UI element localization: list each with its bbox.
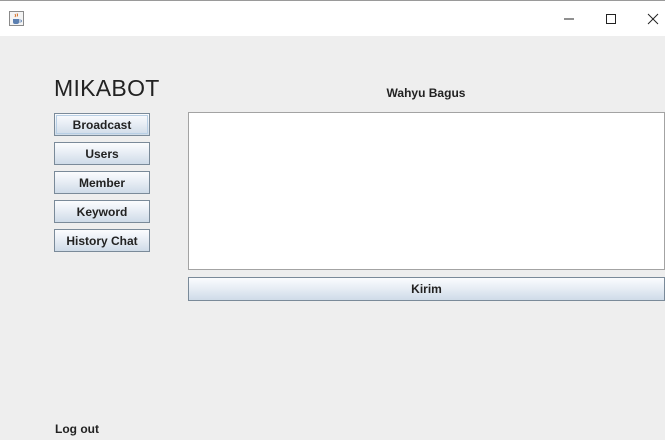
close-icon xyxy=(647,13,659,25)
broadcast-button[interactable]: Broadcast xyxy=(54,113,150,136)
logout-link[interactable]: Log out xyxy=(55,422,99,436)
user-name-label: Wahyu Bagus xyxy=(386,86,466,100)
close-button[interactable] xyxy=(636,6,665,32)
app-window: MIKABOT Wahyu Bagus Broadcast Users Memb… xyxy=(0,0,665,440)
minimize-icon xyxy=(564,18,574,20)
title-bar-border xyxy=(0,0,665,1)
member-button[interactable]: Member xyxy=(54,171,150,194)
keyword-button[interactable]: Keyword xyxy=(54,200,150,223)
users-button[interactable]: Users xyxy=(54,142,150,165)
history-chat-button[interactable]: History Chat xyxy=(54,229,150,252)
app-title: MIKABOT xyxy=(54,75,160,101)
message-textarea[interactable] xyxy=(188,112,665,270)
maximize-button[interactable] xyxy=(594,6,628,32)
java-coffee-cup-icon[interactable] xyxy=(9,11,24,26)
maximize-icon xyxy=(606,14,616,24)
title-bar xyxy=(0,0,665,36)
send-button[interactable]: Kirim xyxy=(188,277,665,301)
minimize-button[interactable] xyxy=(552,6,586,32)
